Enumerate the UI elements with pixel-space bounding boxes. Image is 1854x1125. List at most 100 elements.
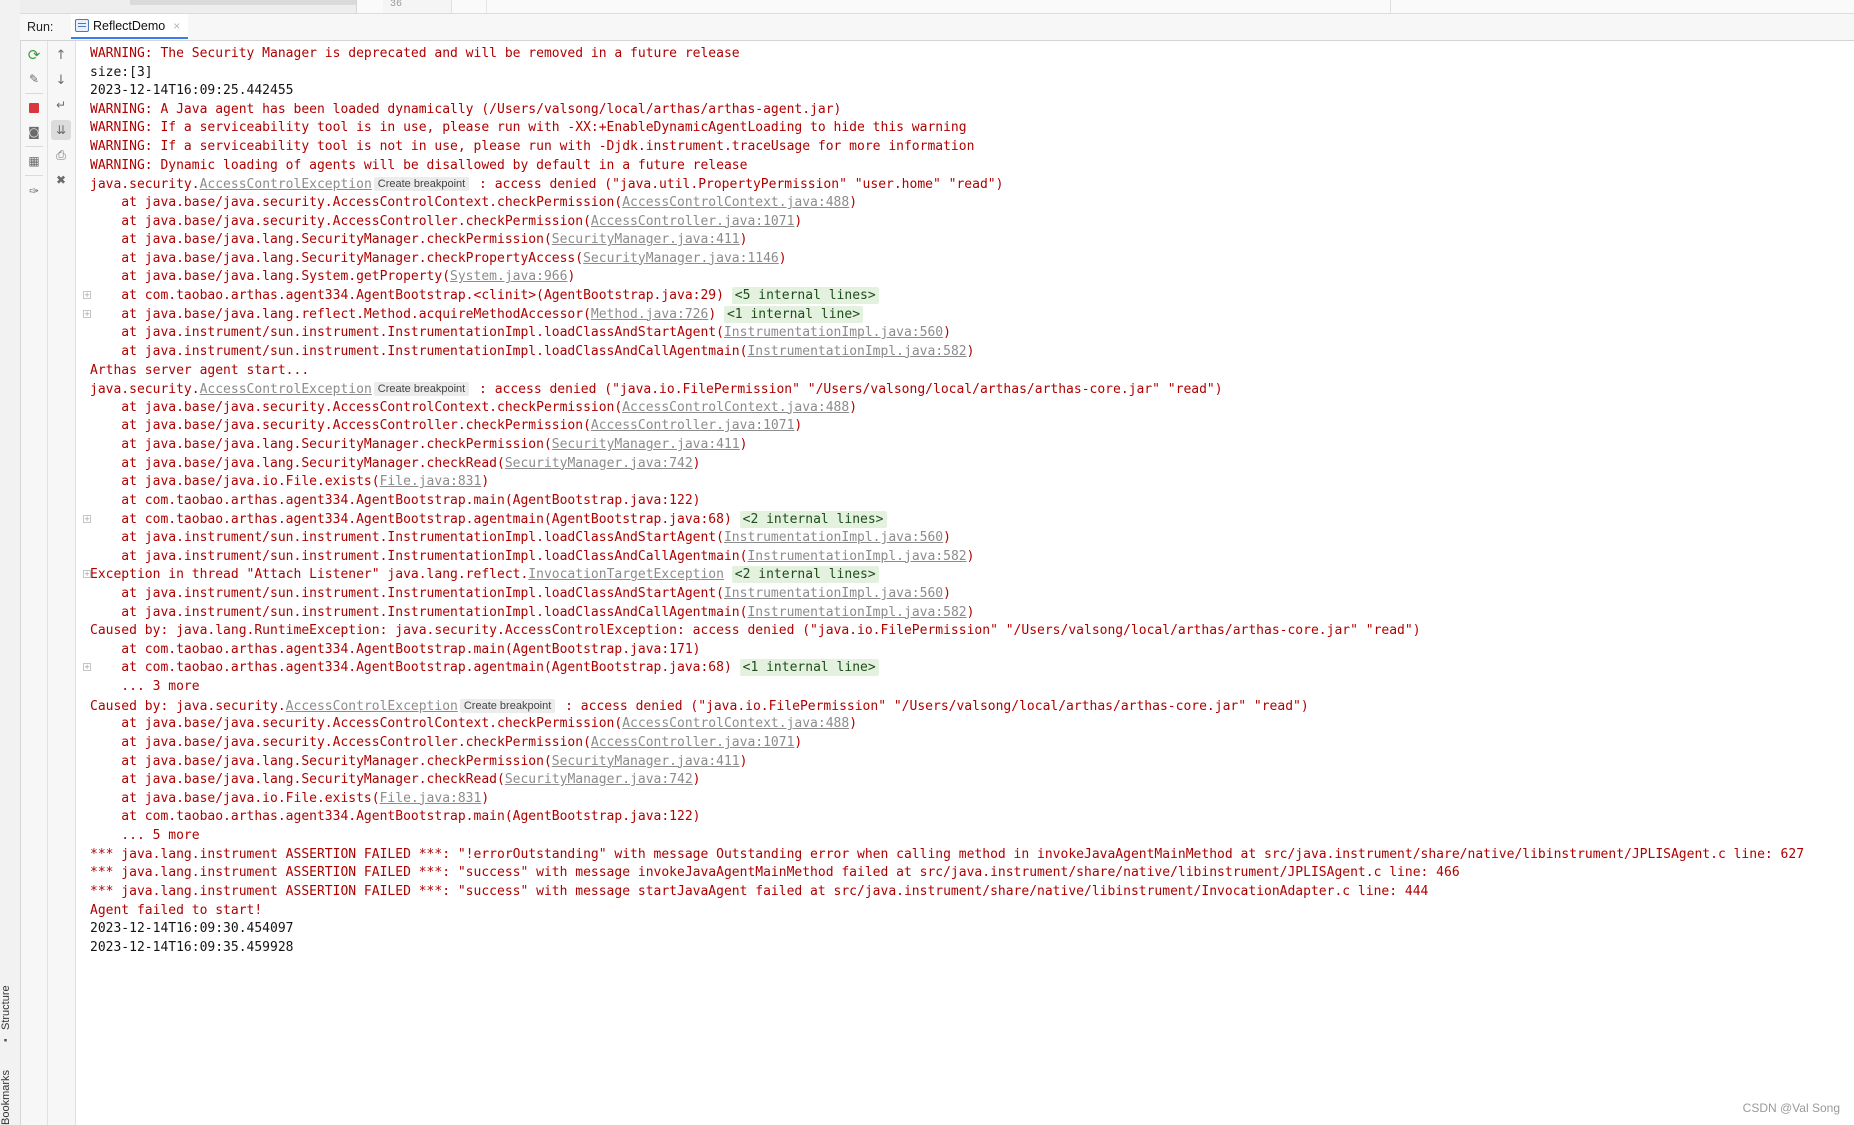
scroll-to-end-icon[interactable]: ⇊	[51, 120, 71, 140]
console-line: + at com.taobao.arthas.agent334.AgentBoo…	[83, 287, 879, 305]
camera-icon[interactable]: ◙	[24, 122, 44, 142]
console-line: at java.instrument/sun.instrument.Instru…	[90, 585, 951, 603]
pin-icon[interactable]: ✑	[24, 181, 44, 201]
layout-icon[interactable]: ▦	[24, 151, 44, 171]
source-link[interactable]: AccessControlContext.java:488	[622, 195, 849, 210]
console-text: )	[481, 790, 490, 806]
console-text: WARNING: The Security Manager is depreca…	[90, 46, 740, 61]
console-text: at java.base/java.lang.SecurityManager.c…	[90, 250, 584, 266]
create-breakpoint-button[interactable]: Create breakpoint	[373, 382, 470, 397]
source-link[interactable]: File.java:831	[380, 791, 482, 806]
source-link[interactable]: InstrumentationImpl.java:582	[747, 344, 966, 359]
source-link[interactable]: InstrumentationImpl.java:582	[747, 549, 966, 564]
console-line: at java.base/java.security.AccessControl…	[90, 194, 857, 212]
print-icon[interactable]: ⎙	[51, 145, 71, 165]
source-link[interactable]: AccessController.java:1071	[591, 214, 795, 229]
source-link[interactable]: AccessControlException	[200, 177, 372, 192]
source-link[interactable]: AccessController.java:1071	[591, 735, 795, 750]
source-link[interactable]: SecurityManager.java:411	[552, 232, 740, 247]
console-text: at java.base/java.security.AccessControl…	[90, 194, 623, 210]
up-arrow-icon[interactable]: ↑	[51, 45, 71, 65]
console-line: ... 3 more	[90, 678, 199, 696]
console-line: at java.base/java.lang.System.getPropert…	[90, 268, 575, 286]
console-line: 2023-12-14T16:09:35.459928	[90, 939, 294, 957]
source-link[interactable]: InstrumentationImpl.java:560	[724, 586, 943, 601]
console-line: at java.instrument/sun.instrument.Instru…	[90, 324, 951, 342]
console-text: )	[794, 418, 803, 434]
fold-toggle-icon[interactable]: +	[83, 570, 91, 579]
fold-toggle-icon[interactable]: +	[83, 514, 91, 523]
console-line: at java.instrument/sun.instrument.Instru…	[90, 529, 951, 547]
console-line: at java.base/java.io.File.exists(File.ja…	[90, 473, 489, 491]
console-line: at java.base/java.security.AccessControl…	[90, 417, 802, 435]
fold-toggle-icon[interactable]: +	[83, 663, 91, 672]
structure-icon: ▪	[0, 1034, 11, 1045]
source-link[interactable]: AccessController.java:1071	[591, 418, 795, 433]
source-link[interactable]: SecurityManager.java:742	[505, 456, 693, 471]
bookmarks-tool-tab[interactable]: Bookmarks	[0, 1068, 20, 1125]
console-line: java.security.AccessControlException Crea…	[90, 175, 1003, 193]
console-text: WARNING: A Java agent has been loaded dy…	[90, 101, 842, 117]
source-link[interactable]: InvocationTargetException	[528, 567, 724, 582]
internal-lines-fold[interactable]: <2 internal lines>	[731, 566, 879, 584]
run-label: Run:	[27, 20, 54, 34]
run-tab-reflectdemo[interactable]: ReflectDemo ×	[71, 14, 189, 39]
soft-wrap-icon[interactable]: ↵	[51, 95, 71, 115]
source-link[interactable]: SecurityManager.java:1146	[583, 251, 779, 266]
wrench-icon[interactable]: ✎	[24, 69, 44, 89]
source-link[interactable]: SecurityManager.java:411	[552, 437, 740, 452]
console-line: ... 5 more	[90, 827, 199, 845]
structure-tool-tab[interactable]: ▪ Structure	[0, 985, 20, 1045]
internal-lines-fold[interactable]: <5 internal lines>	[731, 287, 879, 305]
create-breakpoint-button[interactable]: Create breakpoint	[459, 698, 556, 713]
source-link[interactable]: System.java:966	[450, 269, 567, 284]
internal-lines-fold[interactable]: <2 internal lines>	[739, 510, 887, 528]
console-text: at java.base/java.io.File.exists(	[90, 474, 380, 490]
source-link[interactable]: Method.java:726	[591, 307, 708, 322]
console-text: 2023-12-14T16:09:25.442455	[90, 83, 294, 99]
console-line: WARNING: Dynamic loading of agents will …	[90, 157, 747, 175]
rerun-icon[interactable]: ⟳	[24, 45, 44, 65]
console-text: at com.taobao.arthas.agent334.AgentBoots…	[90, 492, 701, 508]
console-text: )	[966, 604, 975, 620]
console-text: at java.base/java.lang.SecurityManager.c…	[90, 455, 505, 471]
console-line: WARNING: If a serviceability tool is in …	[90, 119, 967, 137]
source-link[interactable]: AccessControlException	[200, 382, 372, 397]
console-line: at java.base/java.lang.SecurityManager.c…	[90, 231, 747, 249]
down-arrow-icon[interactable]: ↓	[51, 70, 71, 90]
source-link[interactable]: InstrumentationImpl.java:582	[747, 605, 966, 620]
console-text: : access denied ("java.io.FilePermission…	[557, 698, 1309, 714]
create-breakpoint-button[interactable]: Create breakpoint	[373, 177, 470, 192]
console-text: Caused by: java.lang.RuntimeException: j…	[90, 623, 1421, 639]
console-line: WARNING: If a serviceability tool is not…	[90, 138, 974, 156]
console-text: java.security.	[90, 177, 200, 193]
console-text: at java.instrument/sun.instrument.Instru…	[90, 530, 724, 546]
console-text: )	[849, 716, 858, 732]
console-output[interactable]: WARNING: The Security Manager is depreca…	[76, 41, 1854, 1125]
console-text: )	[943, 585, 951, 601]
stop-icon[interactable]	[24, 98, 44, 118]
source-link[interactable]: AccessControlException	[286, 699, 458, 714]
console-text: )	[849, 194, 858, 210]
console-line: Arthas server agent start...	[90, 362, 309, 380]
trash-icon[interactable]: ✖	[51, 170, 71, 190]
source-link[interactable]: File.java:831	[380, 474, 482, 489]
run-toolbar-primary: ⟳ ✎ ◙ ▦ ✑	[21, 41, 48, 1125]
console-text: : access denied ("java.io.FilePermission…	[471, 382, 1223, 398]
internal-lines-fold[interactable]: <1 internal line>	[723, 305, 864, 323]
source-link[interactable]: InstrumentationImpl.java:560	[724, 530, 943, 545]
source-link[interactable]: SecurityManager.java:411	[552, 754, 740, 769]
console-text: at java.base/java.lang.System.getPropert…	[90, 269, 451, 285]
source-link[interactable]: InstrumentationImpl.java:560	[724, 325, 943, 340]
source-link[interactable]: AccessControlContext.java:488	[622, 400, 849, 415]
editor-gutter-secondary	[450, 0, 487, 13]
console-text: )	[943, 530, 951, 546]
source-link[interactable]: AccessControlContext.java:488	[622, 716, 849, 731]
source-link[interactable]: SecurityManager.java:742	[505, 772, 693, 787]
internal-lines-fold[interactable]: <1 internal line>	[739, 659, 879, 677]
run-toolbar-secondary: ↑ ↓ ↵ ⇊ ⎙ ✖	[48, 41, 76, 1125]
close-icon[interactable]: ×	[173, 19, 180, 33]
fold-toggle-icon[interactable]: +	[83, 291, 91, 300]
console-text: 2023-12-14T16:09:35.459928	[90, 939, 294, 955]
fold-toggle-icon[interactable]: +	[83, 309, 91, 318]
